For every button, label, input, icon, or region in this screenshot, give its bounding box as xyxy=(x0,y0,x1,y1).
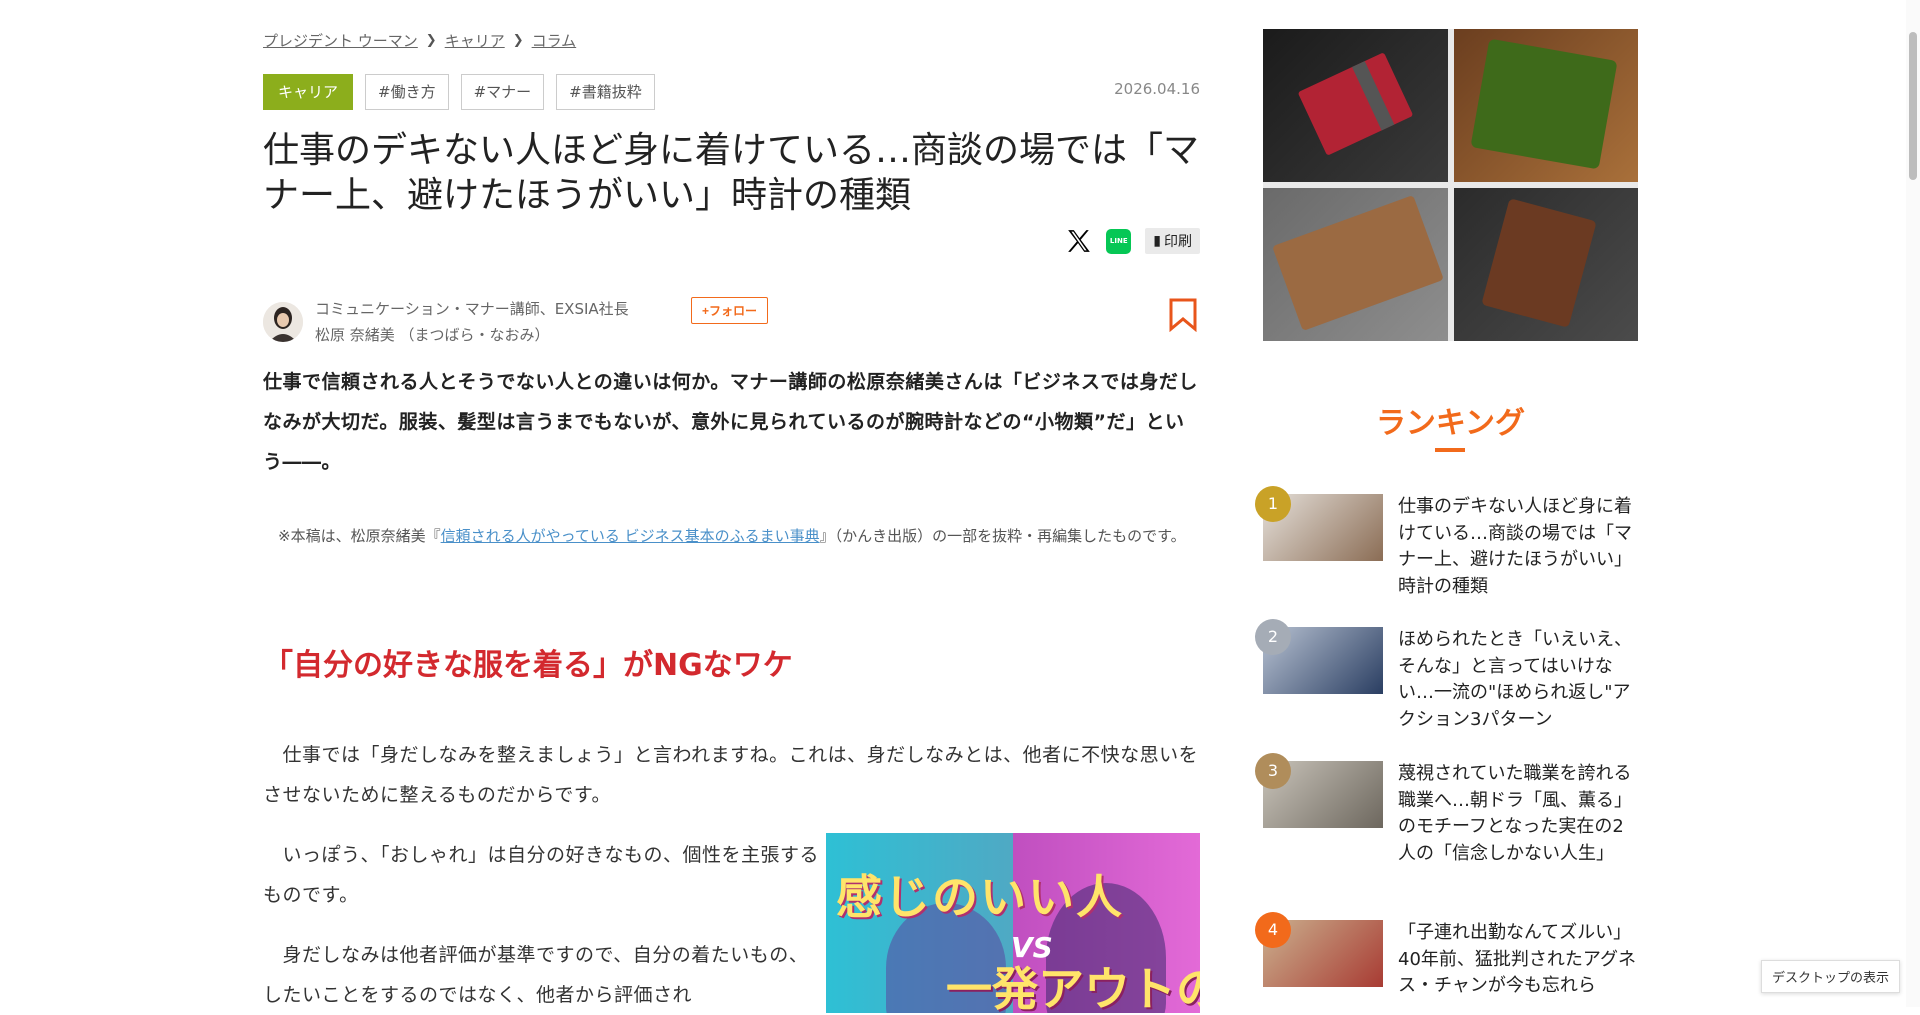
ranking-headline: ほめられたとき「いえいえ、そんな」と言ってはいけない…一流の"ほめられ返し"アク… xyxy=(1398,629,1632,730)
print-button[interactable]: ▮ 印刷 xyxy=(1145,228,1200,254)
paragraph-text: いっぽう、「おしゃれ」は自分の好きなもの、個性を主張するものです。 xyxy=(263,844,820,906)
paragraph: 仕事では「身だしなみを整えましょう」と言われますね。これは、身だしなみとは、他者… xyxy=(263,735,1200,815)
ranking-headline: 「子連れ出勤なんてズルい」40年前、猛批判されたアグネス・チャンが今も忘れら xyxy=(1398,922,1637,996)
chevron-right-icon: ❯ xyxy=(425,33,437,48)
ranking-headline: 蔑視されていた職業を誇れる職業へ…朝ドラ「風、薫る」のモチーフとなった実在の2人… xyxy=(1398,763,1632,864)
rank-badge: 4 xyxy=(1255,912,1291,948)
breadcrumb-link-column[interactable]: コラム xyxy=(532,30,577,51)
source-note: ※本稿は、松原奈緒美『信頼される人がやっている ビジネス基本のふるまい事典』（か… xyxy=(263,520,1200,552)
desktop-view-link[interactable]: デスクトップの表示 xyxy=(1760,960,1900,993)
bookmark-icon[interactable] xyxy=(1168,298,1198,332)
paragraph-text: 身だしなみは他者評価が基準ですので、自分の着たいもの、したいことをするのではなく… xyxy=(263,944,809,1006)
breadcrumb: プレジデント ウーマン ❯ キャリア ❯ コラム xyxy=(263,30,576,51)
book-link[interactable]: 信頼される人がやっている ビジネス基本のふるまい事典 xyxy=(441,527,820,545)
article-title: 仕事のデキない人ほど身に着けている…商談の場では「マナー上、避けたほうがいい」時… xyxy=(263,130,1200,216)
rank-badge: 3 xyxy=(1255,753,1291,789)
author-avatar[interactable] xyxy=(263,302,303,342)
wallet-ad-banner[interactable] xyxy=(1263,29,1638,341)
rank-badge: 2 xyxy=(1255,619,1291,655)
book-cover-image[interactable]: 感じのいい人 VS 一発アウトの人 xyxy=(826,833,1200,1013)
tag-list: キャリア #働き方 #マナー #書籍抜粋 xyxy=(263,74,655,110)
paragraph: いっぽう、「おしゃれ」は自分の好きなもの、個性を主張するものです。 xyxy=(263,835,823,915)
breadcrumb-link-career[interactable]: キャリア xyxy=(445,30,505,51)
follow-button[interactable]: +フォロー xyxy=(691,297,769,324)
section-heading: 「自分の好きな服を着る」がNGなワケ xyxy=(263,648,793,683)
author-photo xyxy=(263,302,303,342)
rank-badge: 1 xyxy=(1255,486,1291,522)
book-cover-title-bottom: 一発アウトの人 xyxy=(946,962,1200,1013)
line-share-icon[interactable]: LINE xyxy=(1106,228,1132,254)
article-lead: 仕事で信頼される人とそうでない人との違いは何か。マナー講師の松原奈緒美さんは「ビ… xyxy=(263,371,1198,473)
publish-date: 2026.04.16 xyxy=(1114,80,1200,98)
document-icon: ▮ xyxy=(1153,233,1161,249)
paragraph-text: 仕事では「身だしなみを整えましょう」と言われますね。これは、身だしなみとは、他者… xyxy=(263,744,1199,806)
breadcrumb-link-president-woman[interactable]: プレジデント ウーマン xyxy=(263,30,418,51)
ad-image-brown-wallet xyxy=(1453,188,1638,341)
author-name[interactable]: 松原 奈緒美 （まつばら・なおみ） xyxy=(315,324,550,345)
tag-book-excerpt[interactable]: #書籍抜粋 xyxy=(556,74,655,110)
chevron-right-icon: ❯ xyxy=(512,33,524,48)
ranking-title-underline xyxy=(1435,448,1465,452)
note-suffix: 』（かんき出版）の一部を抜粋・再編集したものです。 xyxy=(819,527,1186,545)
print-label: 印刷 xyxy=(1164,234,1192,250)
paragraph: 身だしなみは他者評価が基準ですので、自分の着たいもの、したいことをするのではなく… xyxy=(263,935,823,1015)
author-role: コミュニケーション・マナー講師、EXSIA社長 xyxy=(315,300,629,318)
scrollbar-thumb[interactable] xyxy=(1909,32,1917,180)
ad-image-red-wallet xyxy=(1263,29,1448,182)
tag-hatarakikata[interactable]: #働き方 xyxy=(365,74,449,110)
ranking-headline: 仕事のデキない人ほど身に着けている…商談の場では「マナー上、避けたほうがいい」時… xyxy=(1398,496,1632,597)
share-bar: LINE ▮ 印刷 xyxy=(1066,228,1200,254)
category-tag-career[interactable]: キャリア xyxy=(263,74,354,110)
book-cover-title-top: 感じのいい人 xyxy=(836,870,1124,924)
note-prefix: ※本稿は、松原奈緒美『 xyxy=(278,527,441,545)
author-block: コミュニケーション・マナー講師、EXSIA社長 +フォロー 松原 奈緒美 （まつ… xyxy=(263,297,1200,348)
ad-image-tan-wallet xyxy=(1263,188,1448,341)
tag-manner[interactable]: #マナー xyxy=(460,74,545,110)
x-share-icon[interactable] xyxy=(1066,228,1092,254)
page-scrollbar[interactable] xyxy=(1906,0,1920,1007)
ad-image-green-wallet xyxy=(1453,29,1638,182)
ranking-title: ランキング xyxy=(1375,406,1526,441)
